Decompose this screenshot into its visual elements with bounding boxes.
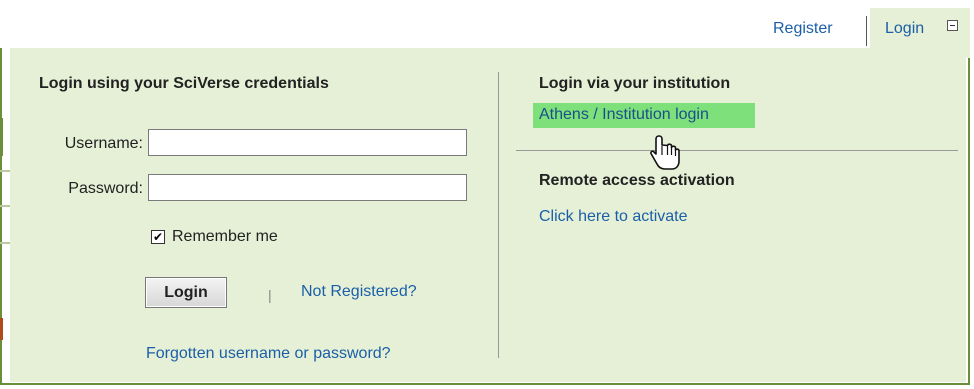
remember-me-label: Remember me (172, 228, 278, 245)
edge-tick (0, 242, 10, 244)
minus-box-icon[interactable] (947, 20, 958, 31)
section-divider (516, 150, 958, 151)
edge-marker (0, 118, 3, 156)
edge-tick (0, 170, 10, 172)
sciverse-login-heading: Login using your SciVerse credentials (39, 75, 329, 92)
hand-pointer-icon (650, 135, 680, 170)
login-panel (10, 48, 966, 382)
column-divider (498, 72, 499, 358)
topbar-divider (866, 16, 867, 46)
activate-remote-access-link[interactable]: Click here to activate (539, 208, 688, 226)
password-field[interactable] (148, 174, 467, 201)
username-field[interactable] (148, 129, 467, 156)
link-separator: | (268, 287, 272, 303)
remote-access-heading: Remote access activation (539, 172, 735, 189)
edge-marker (0, 318, 3, 340)
athens-institution-login-link[interactable]: Athens / Institution login (539, 106, 709, 124)
top-bar: Register (0, 0, 970, 48)
institution-login-heading: Login via your institution (539, 75, 731, 92)
register-link[interactable]: Register (773, 20, 833, 38)
forgot-credentials-link[interactable]: Forgotten username or password? (146, 345, 391, 363)
password-label: Password: (68, 180, 143, 197)
username-label: Username: (64, 135, 143, 152)
edge-tick (0, 205, 10, 207)
not-registered-link[interactable]: Not Registered? (301, 283, 417, 301)
login-tab-label[interactable]: Login (885, 20, 924, 38)
remember-me-checkbox[interactable]: ✔ (151, 230, 165, 244)
login-button[interactable]: Login (145, 277, 227, 308)
